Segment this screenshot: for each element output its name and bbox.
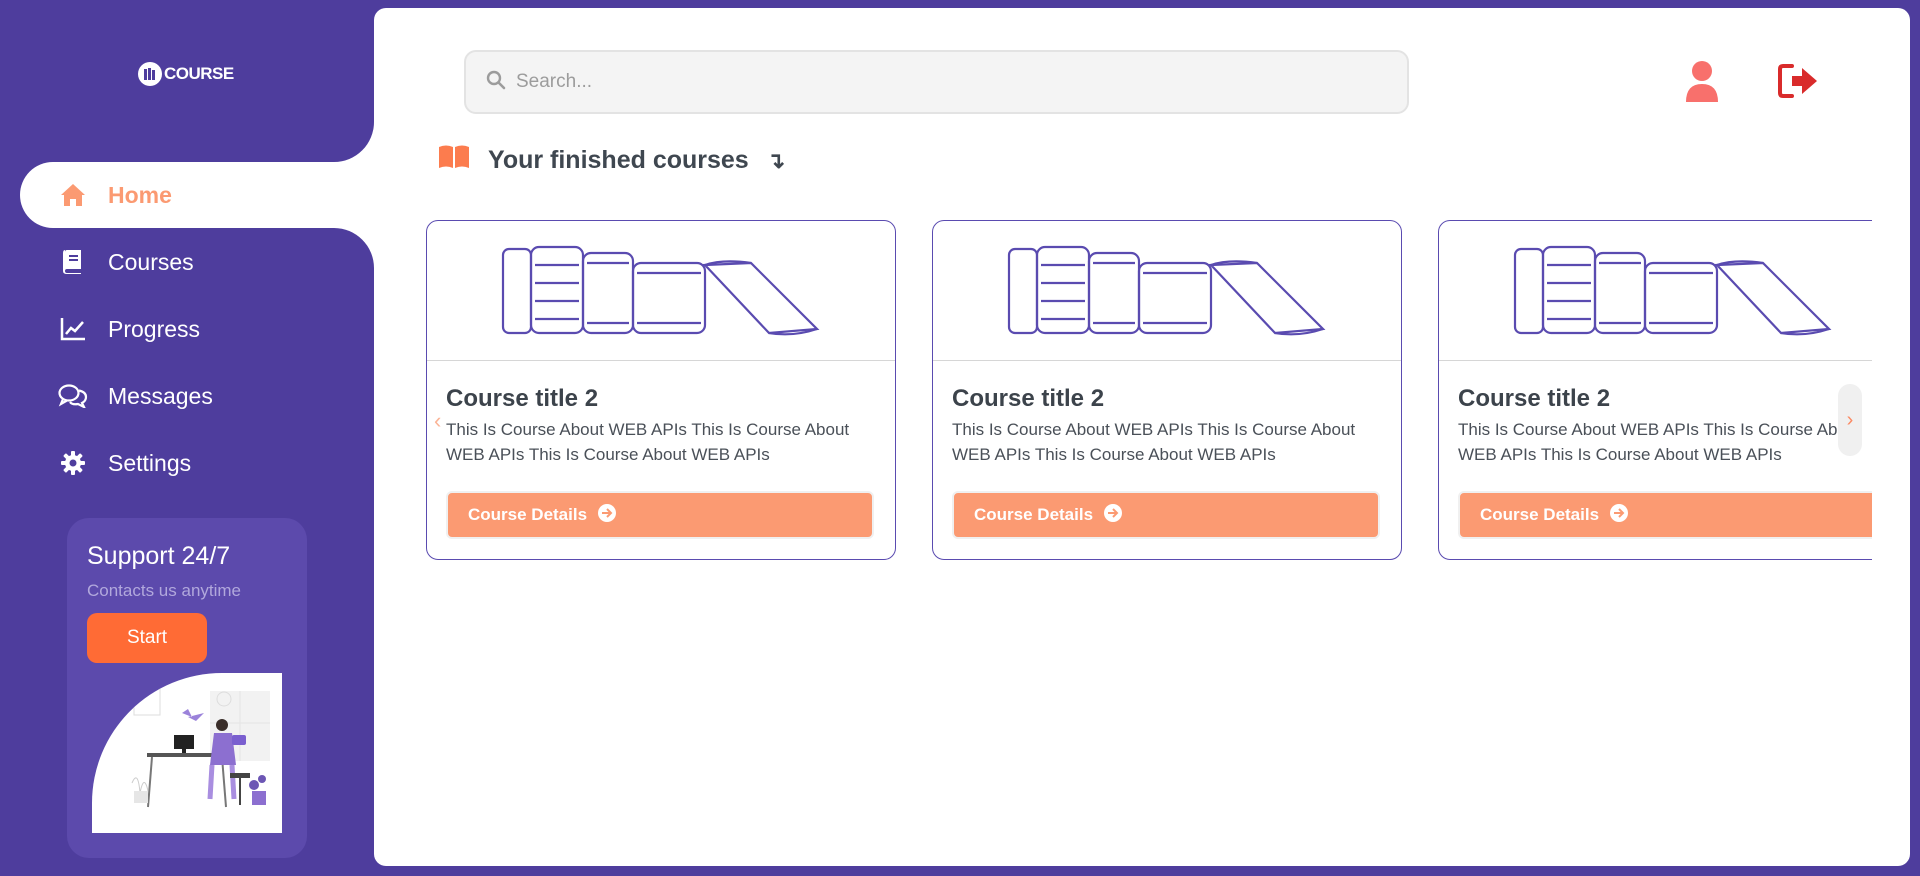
sidebar-item-label: Settings xyxy=(108,449,192,476)
course-title: Course title 2 xyxy=(1458,385,1611,412)
sidebar-item-progress[interactable]: Progress xyxy=(20,296,374,362)
sidebar-item-label: Home xyxy=(108,181,172,208)
logo[interactable]: COURSE xyxy=(138,62,234,86)
arrow-down-icon: ↴ xyxy=(766,147,786,173)
course-image xyxy=(933,221,1401,361)
chat-icon xyxy=(58,384,88,408)
logo-text: COURSE xyxy=(164,64,234,83)
course-details-button[interactable]: Course Details xyxy=(952,491,1380,539)
carousel-prev-button[interactable]: ‹ xyxy=(434,408,441,434)
sidebar: COURSE Home Courses Progress Messages Se… xyxy=(0,0,374,876)
course-card: Course title 2 This Is Course About WEB … xyxy=(932,220,1402,560)
support-card: Support 24/7 Contacts us anytime Start xyxy=(67,518,307,858)
search-icon xyxy=(486,70,506,95)
sidebar-item-home[interactable]: Home xyxy=(20,162,374,228)
course-title: Course title 2 xyxy=(952,385,1105,412)
arrow-circle-right-icon xyxy=(597,503,617,528)
logout-icon[interactable] xyxy=(1778,64,1820,103)
sidebar-item-messages[interactable]: Messages xyxy=(20,363,374,429)
card-body: Course title 2 This Is Course About WEB … xyxy=(1439,361,1872,539)
books-illustration xyxy=(1513,245,1832,335)
search-input[interactable] xyxy=(516,71,1396,93)
books-illustration xyxy=(501,245,820,335)
section-title: Your finished courses xyxy=(488,146,749,174)
user-icon[interactable] xyxy=(1684,60,1720,107)
course-details-button[interactable]: Course Details xyxy=(1458,491,1872,539)
course-description: This Is Course About WEB APIs This Is Co… xyxy=(1458,420,1862,464)
card-body: Course title 2 This Is Course About WEB … xyxy=(427,361,895,539)
sidebar-item-label: Courses xyxy=(108,248,194,275)
support-title: Support 24/7 xyxy=(87,542,231,570)
sidebar-nav: Home Courses Progress Messages Settings xyxy=(20,162,374,497)
course-carousel: Course title 2 This Is Course About WEB … xyxy=(426,212,1872,562)
books-illustration xyxy=(1007,245,1326,335)
course-title: Course title 2 xyxy=(446,385,599,412)
sidebar-item-label: Progress xyxy=(108,315,201,342)
home-icon xyxy=(58,183,88,207)
course-image xyxy=(427,221,895,361)
course-card: Course title 2 This Is Course About WEB … xyxy=(426,220,896,560)
course-description: This Is Course About WEB APIs This Is Co… xyxy=(952,420,1356,464)
course-details-button[interactable]: Course Details xyxy=(446,491,874,539)
open-book-icon xyxy=(438,144,470,177)
card-body: Course title 2 This Is Course About WEB … xyxy=(933,361,1401,539)
logo-icon xyxy=(138,62,162,86)
sidebar-item-label: Messages xyxy=(108,382,213,409)
course-details-label: Course Details xyxy=(468,505,588,524)
arrow-circle-right-icon xyxy=(1609,503,1629,528)
course-description: This Is Course About WEB APIs This Is Co… xyxy=(446,420,850,464)
section-heading: Your finished courses ↴ xyxy=(438,144,785,177)
carousel-next-button[interactable]: › xyxy=(1838,384,1862,456)
support-subtitle: Contacts us anytime xyxy=(87,581,242,600)
book-icon xyxy=(58,250,88,274)
support-illustration xyxy=(92,673,282,833)
search-bar[interactable] xyxy=(464,50,1409,114)
sidebar-item-courses[interactable]: Courses xyxy=(20,229,374,295)
sidebar-item-settings[interactable]: Settings xyxy=(20,430,374,496)
course-card: Course title 2 This Is Course About WEB … xyxy=(1438,220,1872,560)
gear-icon xyxy=(58,450,88,476)
chart-line-icon xyxy=(58,317,88,341)
start-button[interactable]: Start xyxy=(87,613,207,663)
arrow-circle-right-icon xyxy=(1103,503,1123,528)
course-image xyxy=(1439,221,1872,361)
main-panel: Your finished courses ↴ Course title 2 T… xyxy=(374,8,1910,866)
course-details-label: Course Details xyxy=(974,505,1094,524)
course-details-label: Course Details xyxy=(1480,505,1600,524)
